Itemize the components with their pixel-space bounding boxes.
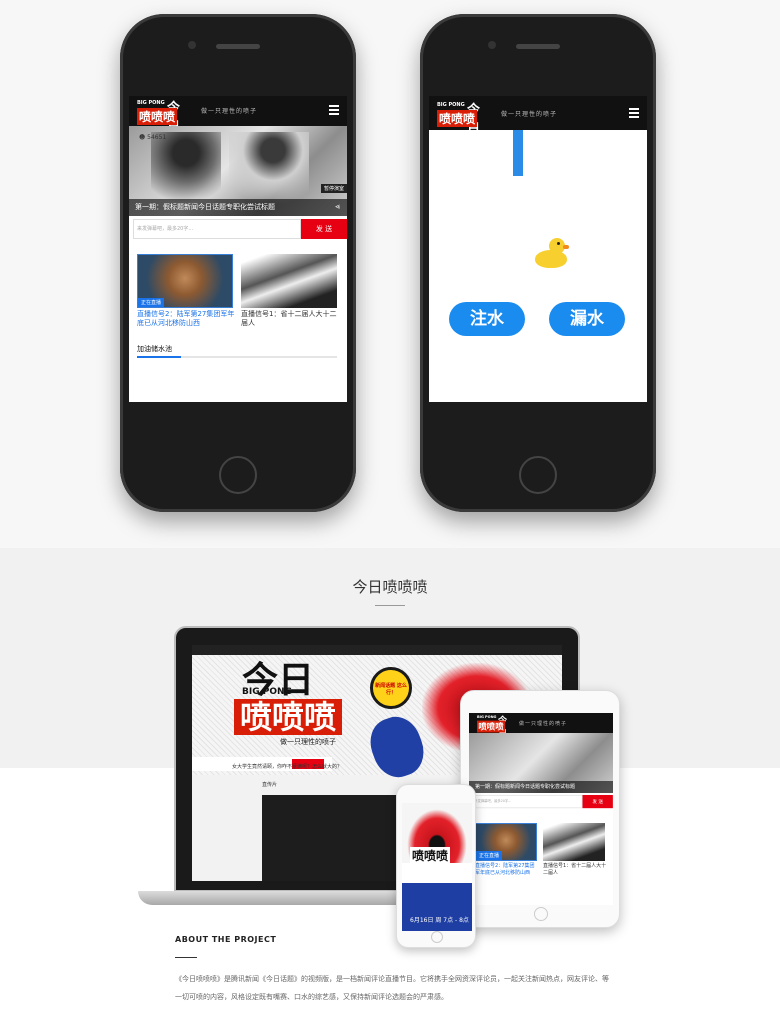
app-header: BIG PONG 今日 喷喷喷 做一只理性的喷子 [429, 96, 647, 137]
laptop-logo-big-pong: BIG PONG [242, 687, 292, 697]
app-slogan: 做一只理性的喷子 [519, 721, 568, 727]
blue-bubble-graphic [363, 710, 431, 784]
phone-speaker [216, 44, 260, 49]
live-badge: 正在直播 [476, 851, 503, 860]
danmaku-input[interactable]: 来发弹幕吧，最多20字... [133, 219, 301, 239]
about-heading: ABOUT THE PROJECT [175, 935, 277, 944]
section-underline [137, 356, 337, 358]
phone-speaker [516, 44, 560, 49]
mini-phone-screen: 喷喷喷 6月16日 周 7点 - 8点 [402, 803, 472, 931]
app-slogan: 做一只理性的喷子 [201, 108, 258, 115]
logo-pen: 喷喷喷 [137, 108, 178, 125]
video-thumb-1[interactable]: 正在直播 [137, 254, 233, 308]
laptop-nav [192, 645, 562, 655]
phone-left: BIG PONG 今日 喷喷喷 做一只理性的喷子 ☻ 54651 暂停演室 第一… [120, 14, 356, 512]
mini-date: 6月16日 周 7点 - 8点 [410, 917, 469, 924]
view-count: ☻ 54651 [139, 134, 167, 141]
video-thumb-2 [543, 823, 605, 861]
leak-water-button[interactable]: 漏水 [549, 302, 625, 336]
send-button: 发 送 [582, 794, 613, 809]
video-thumb-2[interactable] [241, 254, 337, 308]
laptop-side-label: 直传片 [262, 782, 278, 788]
phone-left-screen: BIG PONG 今日 喷喷喷 做一只理性的喷子 ☻ 54651 暂停演室 第一… [129, 96, 347, 402]
about-text: 《今日喷喷喷》是腾讯新闻《今日话题》的视频版，是一档新闻评论直播节目。它将携手全… [175, 975, 609, 1001]
hero-caption: 第一期：假标题新闻今日话题专职化尝试标题 [469, 781, 613, 793]
mini-logo: 喷喷喷 [410, 847, 451, 864]
hero-caption: 第一期：假标题新闻今日话题专职化尝试标题 [129, 199, 347, 216]
logo-big-pong: BIG PONG [437, 102, 465, 108]
menu-icon[interactable] [629, 108, 639, 118]
laptop-slogan: 做一只理性的喷子 [280, 738, 336, 746]
showcase-title-rule [375, 605, 405, 606]
send-button[interactable]: 发 送 [301, 219, 347, 239]
app-header: BIG PONG 今日 喷喷喷 做一只理性的喷子 [129, 96, 347, 135]
phone-right: BIG PONG 今日 喷喷喷 做一只理性的喷子 注水 漏水 [420, 14, 656, 512]
share-icon[interactable]: ⪡ [335, 202, 340, 212]
inject-water-button[interactable]: 注水 [449, 302, 525, 336]
tablet-screen: BIG PONG 今日 喷喷喷 做一只理性的喷子 第一期：假标题新闻今日话题专职… [469, 713, 613, 905]
app-slogan: 做一只理性的喷子 [501, 111, 558, 118]
app-header: BIG PONG 今日 喷喷喷 做一只理性的喷子 [469, 713, 613, 740]
video-title-2: 直播信号1：省十二届人大十二届人 [543, 863, 607, 876]
danmaku-row: 来发弹幕吧，最多20字... 发 送 [129, 216, 347, 240]
app-logo: BIG PONG 今日 喷喷喷 [477, 715, 515, 740]
video-title-1[interactable]: 直播信号2：陆军第27集团军年底已从河北移防山西 [137, 310, 235, 328]
showcase-title: 今日喷喷喷 [352, 578, 428, 596]
home-button [534, 907, 548, 921]
water-level-bar [513, 130, 523, 176]
mini-phone-frame: 喷喷喷 6月16日 周 7点 - 8点 [396, 784, 476, 948]
video-title-2[interactable]: 直播信号1：省十二届人大十二届人 [241, 310, 339, 328]
duck-icon [535, 236, 569, 270]
laptop-bubble: 新闻话题 这么行！ [370, 667, 412, 709]
about-rule [175, 957, 197, 958]
logo-pen: 喷喷喷 [477, 720, 506, 733]
home-button[interactable] [519, 456, 557, 494]
section-title: 加油储水池 [137, 345, 172, 353]
view-count-value: 54651 [147, 134, 167, 141]
laptop-logo-pen: 喷喷喷 [234, 699, 343, 735]
video-title-1: 直播信号2：陆军第27集团军年底已从河北移防山西 [475, 863, 535, 876]
phone-right-screen: BIG PONG 今日 喷喷喷 做一只理性的喷子 注水 漏水 [429, 96, 647, 402]
app-logo[interactable]: BIG PONG 今日 喷喷喷 [137, 100, 191, 135]
phone-camera [188, 41, 196, 49]
tablet-frame: BIG PONG 今日 喷喷喷 做一只理性的喷子 第一期：假标题新闻今日话题专职… [460, 690, 620, 928]
top-band [0, 0, 780, 548]
app-logo[interactable]: BIG PONG 今日 喷喷喷 [437, 102, 491, 137]
laptop-question: 女大学生竟然请颐，你咋不蹙满呢？怎么就大的？ [232, 764, 343, 770]
menu-icon[interactable] [329, 105, 339, 115]
logo-big-pong: BIG PONG [137, 100, 165, 106]
live-badge: 正在直播 [138, 298, 165, 307]
danmaku-input: 来发弹幕吧，最多20字... [471, 794, 583, 809]
video-thumb-1: 正在直播 [475, 823, 537, 861]
phone-camera [488, 41, 496, 49]
home-button[interactable] [219, 456, 257, 494]
pause-tag: 暂停演室 [320, 184, 347, 193]
danmaku-row: 来发弹幕吧，最多20字... 发 送 [469, 793, 613, 809]
logo-pen: 喷喷喷 [437, 110, 478, 127]
logo-big-pong: BIG PONG [477, 715, 497, 720]
home-button [431, 931, 443, 943]
